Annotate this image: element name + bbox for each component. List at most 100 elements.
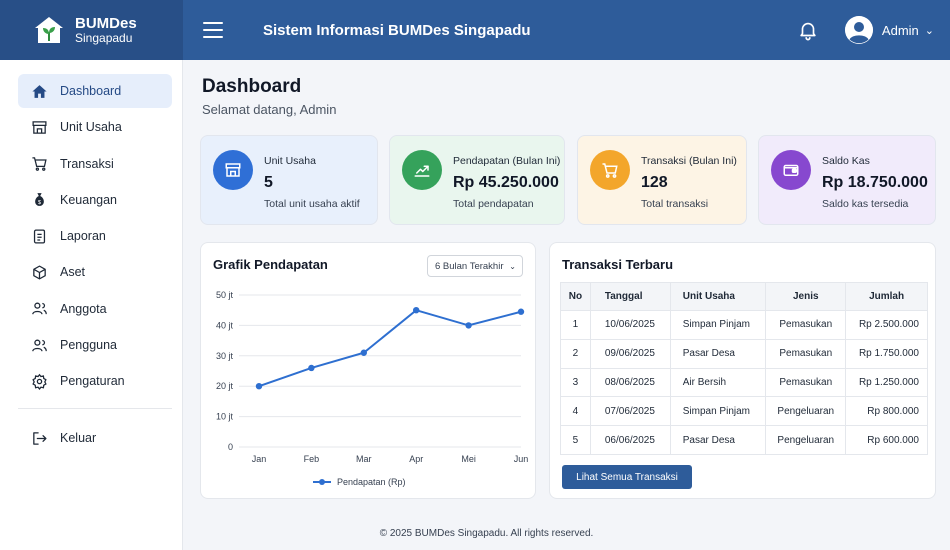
sidebar-item-keuangan[interactable]: $ Keuangan bbox=[18, 183, 172, 217]
table-row[interactable]: 5 06/06/2025 Pasar Desa Pengeluaran Rp 6… bbox=[560, 425, 928, 455]
data-point bbox=[517, 308, 525, 315]
home-icon bbox=[30, 82, 48, 100]
y-tick-label: 20 jt bbox=[216, 381, 234, 391]
sidebar-item-aset[interactable]: Aset bbox=[18, 255, 172, 289]
column-header-jumlah: Jumlah bbox=[845, 282, 928, 311]
x-tick-label: Mei bbox=[461, 454, 476, 464]
top-bar: BUMDes Singapadu Sistem Informasi BUMDes… bbox=[0, 0, 950, 60]
stat-card-saldo-kas: Saldo Kas Rp 18.750.000 Saldo kas tersed… bbox=[758, 135, 936, 225]
cell-jenis: Pengeluaran bbox=[765, 425, 847, 455]
data-point bbox=[413, 307, 420, 314]
sidebar: Dashboard Unit Usaha Transaksi $ Keuanga… bbox=[0, 60, 183, 550]
cell-jenis: Pengeluaran bbox=[765, 396, 847, 427]
stat-description: Total pendapatan bbox=[453, 198, 534, 210]
column-header-no: No bbox=[560, 282, 591, 311]
cell-jumlah: Rp 1.250.000 bbox=[845, 367, 928, 398]
logout-button[interactable]: Keluar bbox=[18, 421, 172, 455]
chart-title: Grafik Pendapatan bbox=[213, 257, 328, 272]
sidebar-item-label: Laporan bbox=[60, 229, 106, 244]
stat-description: Saldo kas tersedia bbox=[822, 198, 909, 210]
x-tick-label: Apr bbox=[409, 454, 423, 464]
column-header-tanggal: Tanggal bbox=[589, 282, 671, 311]
menu-toggle-icon[interactable] bbox=[203, 22, 223, 38]
page-title: Dashboard bbox=[202, 76, 302, 97]
cell-jenis: Pemasukan bbox=[765, 338, 847, 369]
chevron-down-icon: ⌄ bbox=[509, 261, 516, 271]
legend-marker bbox=[319, 479, 325, 485]
x-tick-label: Mar bbox=[356, 454, 372, 464]
cell-unit-usaha: Air Bersih bbox=[669, 367, 767, 398]
stat-label: Transaksi (Bulan Ini) bbox=[641, 155, 737, 167]
bell-icon[interactable] bbox=[797, 19, 819, 41]
y-tick-label: 10 jt bbox=[216, 412, 234, 422]
table-row[interactable]: 1 10/06/2025 Simpan Pinjam Pemasukan Rp … bbox=[560, 310, 928, 340]
cell-unit-usaha: Simpan Pinjam bbox=[669, 310, 767, 340]
sidebar-item-label: Unit Usaha bbox=[60, 120, 122, 135]
cell-no: 4 bbox=[560, 396, 591, 427]
cart-icon bbox=[590, 150, 630, 190]
revenue-chart-panel: Grafik Pendapatan 6 Bulan Terakhir ⌄ 0 10… bbox=[200, 242, 536, 499]
logout-icon bbox=[30, 429, 48, 447]
cell-tanggal: 07/06/2025 bbox=[589, 396, 671, 427]
cell-tanggal: 08/06/2025 bbox=[589, 367, 671, 398]
sidebar-item-label: Transaksi bbox=[60, 156, 114, 171]
brand-subtitle: Singapadu bbox=[75, 30, 133, 45]
cell-no: 2 bbox=[560, 338, 591, 369]
data-point bbox=[255, 383, 263, 390]
x-tick-label: Feb bbox=[304, 454, 320, 464]
y-tick-label: 30 jt bbox=[216, 351, 234, 361]
chart-up-icon bbox=[402, 150, 442, 190]
sidebar-item-unit-usaha[interactable]: Unit Usaha bbox=[18, 110, 172, 144]
cell-jumlah: Rp 600.000 bbox=[845, 425, 928, 455]
stat-card-transaksi: Transaksi (Bulan Ini) 128 Total transaks… bbox=[577, 135, 747, 225]
money-bag-icon: $ bbox=[30, 191, 48, 209]
view-all-transactions-button[interactable]: Lihat Semua Transaksi bbox=[562, 465, 692, 489]
column-header-unit-usaha: Unit Usaha bbox=[669, 282, 767, 311]
cell-no: 1 bbox=[560, 310, 591, 340]
table-row[interactable]: 2 09/06/2025 Pasar Desa Pemasukan Rp 1.7… bbox=[560, 338, 928, 369]
sidebar-item-anggota[interactable]: Anggota bbox=[18, 292, 172, 326]
table-row[interactable]: 3 08/06/2025 Air Bersih Pemasukan Rp 1.2… bbox=[560, 367, 928, 398]
range-select-value: 6 Bulan Terakhir bbox=[435, 260, 504, 272]
stat-label: Saldo Kas bbox=[822, 155, 870, 167]
sidebar-item-pengaturan[interactable]: Pengaturan bbox=[18, 364, 172, 398]
cell-no: 5 bbox=[560, 425, 591, 455]
footer: © 2025 BUMDes Singapadu. All rights rese… bbox=[379, 528, 594, 539]
sidebar-item-label: Dashboard bbox=[60, 84, 122, 98]
logout-label: Keluar bbox=[60, 431, 97, 446]
sidebar-item-dashboard[interactable]: Dashboard bbox=[18, 74, 172, 108]
x-tick-label: Jan bbox=[252, 454, 267, 464]
table-row[interactable]: 4 07/06/2025 Simpan Pinjam Pengeluaran R… bbox=[560, 396, 928, 427]
sidebar-item-laporan[interactable]: Laporan bbox=[18, 219, 172, 253]
stat-value: Rp 18.750.000 bbox=[822, 174, 928, 191]
sidebar-item-transaksi[interactable]: Transaksi bbox=[18, 147, 172, 181]
document-icon bbox=[30, 227, 48, 245]
cell-unit-usaha: Pasar Desa bbox=[669, 425, 767, 455]
legend-label: Pendapatan (Rp) bbox=[337, 477, 406, 487]
user-name[interactable]: Admin bbox=[882, 23, 919, 38]
users-icon bbox=[30, 300, 48, 318]
cell-tanggal: 06/06/2025 bbox=[589, 425, 671, 455]
y-tick-label: 0 bbox=[228, 442, 233, 452]
brand-name: BUMDes bbox=[75, 14, 137, 32]
avatar[interactable] bbox=[844, 16, 873, 44]
sidebar-item-pengguna[interactable]: Pengguna bbox=[18, 328, 172, 362]
sidebar-item-label: Keuangan bbox=[60, 192, 118, 207]
stat-card-pendapatan: Pendapatan (Bulan Ini) Rp 45.250.000 Tot… bbox=[389, 135, 565, 225]
series-line bbox=[258, 309, 522, 388]
range-select[interactable]: 6 Bulan Terakhir ⌄ bbox=[427, 255, 523, 277]
cell-unit-usaha: Simpan Pinjam bbox=[669, 396, 767, 427]
gear-icon bbox=[30, 372, 48, 390]
transactions-table: No Tanggal Unit Usaha Jenis Jumlah 1 10/… bbox=[560, 282, 928, 455]
sidebar-item-label: Aset bbox=[60, 265, 86, 280]
brand[interactable]: BUMDes Singapadu bbox=[0, 0, 183, 60]
transactions-title: Transaksi Terbaru bbox=[562, 257, 674, 272]
column-header-jenis: Jenis bbox=[765, 282, 847, 311]
chevron-down-icon[interactable]: ⌄ bbox=[925, 24, 934, 37]
store-icon bbox=[30, 118, 48, 136]
cell-jenis: Pemasukan bbox=[765, 367, 847, 398]
stat-value: Rp 45.250.000 bbox=[453, 174, 559, 191]
sidebar-item-label: Anggota bbox=[60, 301, 107, 316]
data-point bbox=[308, 364, 315, 372]
stat-description: Total transaksi bbox=[641, 198, 709, 210]
